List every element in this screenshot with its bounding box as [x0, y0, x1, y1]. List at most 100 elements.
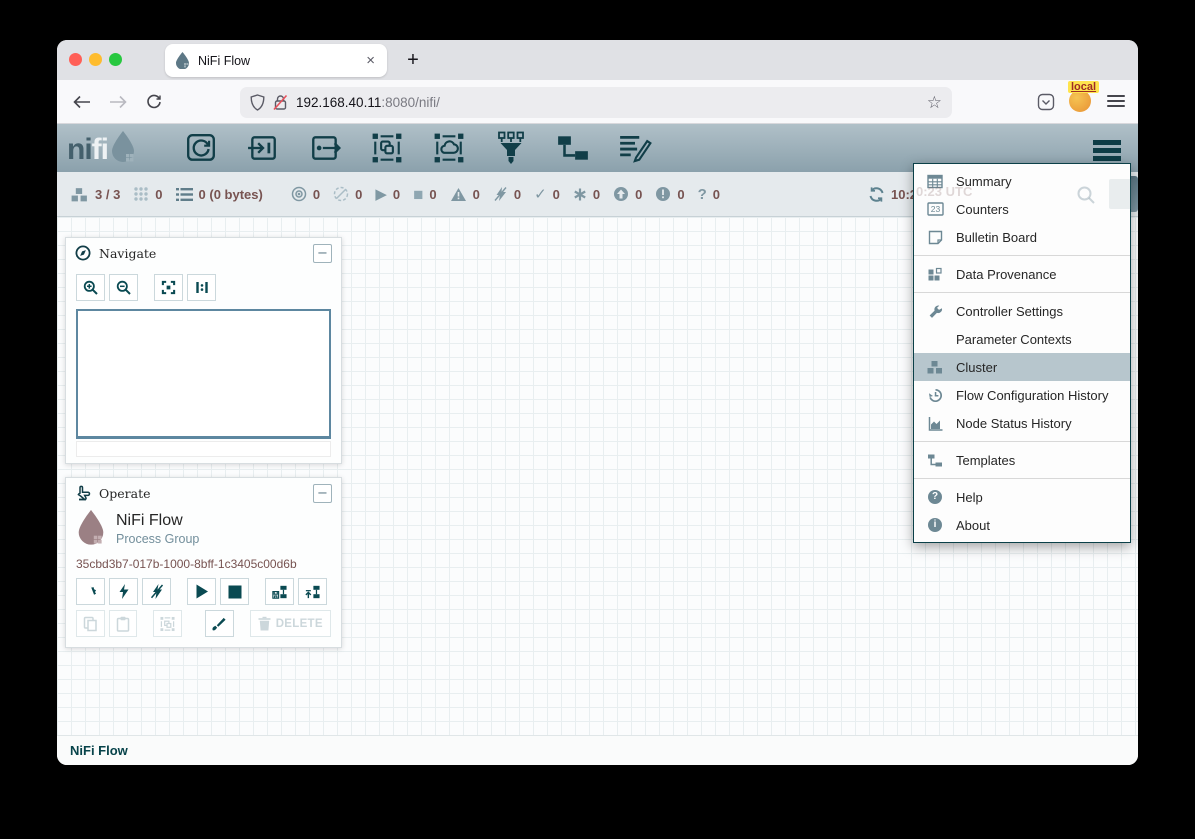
status-not-transmitting: 0 [333, 186, 362, 202]
paste-button[interactable] [109, 610, 137, 637]
status-running: ▶ 0 [375, 187, 400, 202]
navigate-header[interactable]: Navigate − [66, 238, 341, 268]
menu-item-about[interactable]: i About [914, 511, 1130, 539]
birdseye-view[interactable] [76, 309, 331, 439]
selected-flow-name: NiFi Flow [116, 512, 199, 530]
bulletin-note-icon [925, 230, 945, 245]
menu-item-parameter-contexts[interactable]: Parameter Contexts [914, 325, 1130, 353]
enable-bolt-button[interactable] [109, 578, 138, 605]
menu-item-node-status-history[interactable]: Node Status History [914, 409, 1130, 437]
status-queued: 0 (0 bytes) [176, 187, 263, 202]
forward-button[interactable] [107, 91, 129, 113]
transmitting-icon [291, 186, 307, 202]
operate-collapse-button[interactable]: − [313, 484, 332, 503]
account-avatar[interactable] [1069, 90, 1091, 112]
drag-input-port-icon[interactable] [246, 132, 280, 164]
selected-flow-type: Process Group [116, 532, 199, 546]
breadcrumb-bar: NiFi Flow [57, 735, 1138, 765]
wrench-icon [925, 304, 945, 319]
url-text[interactable]: 192.168.40.11:8080/nifi/ [296, 95, 921, 110]
menu-item-controller-settings[interactable]: Controller Settings [914, 297, 1130, 325]
drag-funnel-icon[interactable] [494, 132, 528, 164]
bookmark-star-icon[interactable]: ☆ [927, 93, 942, 113]
drag-label-icon[interactable] [618, 132, 652, 164]
menu-item-templates[interactable]: Templates [914, 446, 1130, 474]
ghost-time-remnant: 0:23 UTC [916, 184, 972, 199]
selected-flow-id[interactable]: 35cbd3b7-017b-1000-8bff-1c3405c00d6b [66, 548, 341, 578]
create-template-button[interactable] [265, 578, 294, 605]
history-icon [925, 388, 945, 403]
zoom-actual-size-button[interactable] [187, 274, 216, 301]
counters-icon: 23 [925, 202, 945, 216]
status-stale: 0 [613, 186, 642, 202]
stopped-square-icon: ■ [413, 186, 423, 203]
browser-tab[interactable]: NiFi Flow × [165, 44, 387, 77]
new-tab-button[interactable]: + [400, 47, 426, 73]
menu-item-data-provenance[interactable]: Data Provenance [914, 260, 1130, 288]
operate-title: Operate [99, 486, 151, 501]
menu-divider [914, 478, 1130, 479]
cluster-cubes-icon [925, 359, 945, 375]
refresh-icon[interactable] [868, 186, 885, 203]
tab-favicon-nifi-drop-icon [175, 52, 190, 69]
disabled-bolt-icon [493, 186, 508, 202]
menu-divider [914, 292, 1130, 293]
nifi-global-menu-button[interactable] [1093, 137, 1121, 164]
ghost-search-icon [1076, 185, 1096, 205]
drag-remote-process-group-icon[interactable] [432, 132, 466, 164]
status-locally-modified-and-stale: 0 [655, 186, 684, 202]
disable-bolt-crossed-button[interactable] [142, 578, 171, 605]
container-badge[interactable]: local [1068, 81, 1099, 93]
fill-color-brush-button[interactable] [205, 610, 234, 637]
zoom-out-button[interactable] [109, 274, 138, 301]
minimize-window-button[interactable] [89, 53, 102, 66]
group-button[interactable] [153, 610, 182, 637]
pocket-icon[interactable] [1035, 91, 1057, 113]
menu-item-flow-configuration-history[interactable]: Flow Configuration History [914, 381, 1130, 409]
upload-template-button[interactable] [298, 578, 327, 605]
operate-buttons-row-1 [66, 578, 341, 605]
browser-menu-icon[interactable] [1107, 92, 1125, 110]
breadcrumb-root[interactable]: NiFi Flow [70, 743, 128, 758]
operate-palette: Operate − NiFi Flow Process Group 35cbd3… [65, 477, 342, 648]
reload-button[interactable] [143, 91, 165, 113]
url-bar[interactable]: 192.168.40.11:8080/nifi/ ☆ [240, 87, 952, 118]
copy-button[interactable] [76, 610, 105, 637]
status-stopped: ■ 0 [413, 186, 437, 203]
tab-close-icon[interactable]: × [364, 52, 377, 69]
operate-header[interactable]: Operate − [66, 478, 341, 508]
configure-gear-button[interactable] [76, 578, 105, 605]
menu-divider [914, 441, 1130, 442]
delete-button[interactable]: DELETE [250, 610, 331, 637]
drag-output-port-icon[interactable] [308, 132, 342, 164]
drag-template-icon[interactable] [556, 132, 590, 164]
global-menu: Summary 23 Counters Bulletin Board Data … [913, 163, 1131, 543]
menu-divider [914, 255, 1130, 256]
menu-item-help[interactable]: ? Help [914, 483, 1130, 511]
exclamation-circle-icon [655, 186, 671, 202]
menu-item-counters[interactable]: 23 Counters [914, 195, 1130, 223]
nifi-logo: nifi [67, 131, 136, 165]
start-play-button[interactable] [187, 578, 216, 605]
zoom-fit-button[interactable] [154, 274, 183, 301]
status-transmitting: 0 [291, 186, 320, 202]
menu-item-cluster[interactable]: Cluster [914, 353, 1130, 381]
menu-item-bulletin-board[interactable]: Bulletin Board [914, 223, 1130, 251]
screen: NiFi Flow × + 192.168.40.11:8080 [0, 0, 1195, 839]
stop-square-button[interactable] [220, 578, 249, 605]
drag-processor-icon[interactable] [184, 132, 218, 164]
drag-process-group-icon[interactable] [370, 132, 404, 164]
shield-icon[interactable] [250, 94, 265, 111]
navigate-collapse-button[interactable]: − [313, 244, 332, 263]
close-window-button[interactable] [69, 53, 82, 66]
asterisk-icon [573, 187, 587, 202]
selected-component: NiFi Flow Process Group [66, 508, 341, 548]
zoom-in-button[interactable] [76, 274, 105, 301]
delete-label: DELETE [276, 618, 323, 630]
maximize-window-button[interactable] [109, 53, 122, 66]
status-connected-nodes: 3 / 3 [70, 186, 120, 203]
insecure-lock-icon[interactable] [273, 94, 288, 111]
invalid-warning-icon [450, 187, 467, 202]
help-circle-icon: ? [925, 490, 945, 504]
back-button[interactable] [71, 91, 93, 113]
